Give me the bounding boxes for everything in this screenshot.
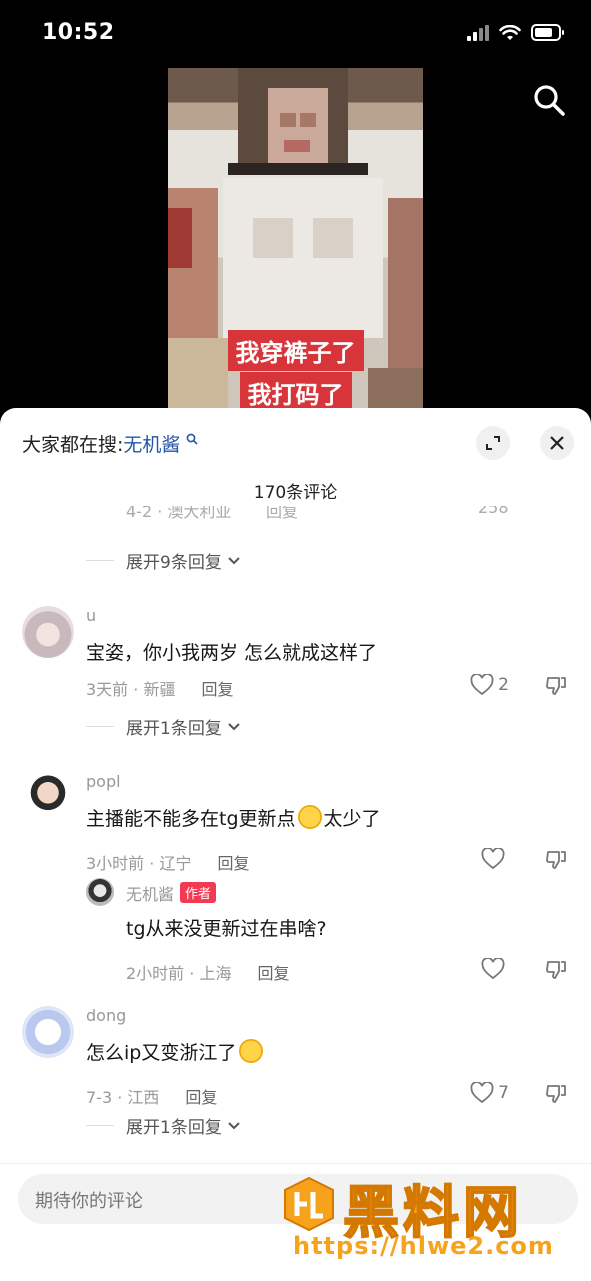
crying-emoji-icon (297, 805, 322, 829)
expand-replies[interactable]: 展开9条回复 (86, 548, 241, 573)
trending-search[interactable]: 大家都在搜:无机酱 (22, 430, 199, 457)
comment-panel: 大家都在搜:无机酱 170条评论 4-2 · 澳大利亚 回复 258 展开9条回… (0, 408, 591, 1280)
comment-count-title: 170条评论 (253, 483, 338, 503)
comment-meta: 4-2 · 澳大利亚 (126, 506, 232, 521)
comment-text: 宝姿，你小我两岁 怎么就成这样了 (86, 642, 378, 664)
dislike-icon[interactable] (545, 960, 567, 980)
like-button[interactable]: 7 (470, 1082, 509, 1104)
search-icon (187, 433, 199, 445)
comment-text: 怎么ip又变浙江了 (86, 1042, 237, 1064)
comment-username[interactable]: popl (86, 772, 121, 791)
like-button[interactable]: 2 (470, 674, 509, 696)
comment-input-bar: 期待你的评论 黑料网 https://hlwe2.com (0, 1163, 591, 1281)
expand-icon (486, 436, 500, 450)
like-count: 7 (498, 1083, 509, 1103)
close-button[interactable] (540, 426, 574, 460)
video-caption-2: 我打码了 (239, 372, 352, 413)
close-icon (550, 436, 564, 450)
wifi-icon (499, 24, 521, 40)
avatar[interactable] (86, 878, 114, 906)
watermark: 黑料网 https://hlwe2.com (281, 1168, 581, 1278)
avatar[interactable] (22, 606, 74, 658)
video-caption-1: 我穿裤子了 (227, 330, 364, 371)
reply-button[interactable]: 回复 (257, 964, 289, 983)
dislike-icon[interactable] (545, 676, 567, 696)
avatar[interactable] (22, 772, 74, 824)
reply-text: tg从来没更新过在串啥? (126, 918, 327, 940)
comment-time-location: 3小时前 · 辽宁 (86, 854, 192, 873)
status-bar: 10:52 (0, 0, 591, 70)
like-button[interactable] (481, 848, 509, 870)
chevron-down-icon (228, 722, 240, 730)
comment-text-tail: 太少了 (323, 808, 381, 830)
like-button[interactable] (481, 958, 509, 980)
trending-search-prefix: 大家都在搜: (22, 434, 124, 456)
chevron-down-icon (228, 1121, 240, 1129)
reply-button[interactable]: 回复 (201, 680, 233, 699)
reply-time-location: 2小时前 · 上海 (126, 964, 232, 983)
trending-search-keyword[interactable]: 无机酱 (123, 434, 180, 456)
expand-replies-label: 展开1条回复 (126, 1118, 222, 1138)
reply-button[interactable]: 回复 (185, 1088, 217, 1107)
expand-replies[interactable]: 展开1条回复 (86, 1113, 241, 1138)
expand-replies-label: 展开1条回复 (126, 719, 222, 739)
video-player[interactable]: 我穿裤子了 我打码了 (168, 68, 423, 413)
divider (86, 1125, 114, 1126)
comment-meta-row: 7-3 · 江西 回复 (86, 1084, 217, 1108)
status-icons (467, 24, 565, 41)
like-count: 258 (478, 506, 509, 517)
divider (86, 560, 114, 561)
expand-button[interactable] (476, 426, 510, 460)
comment-meta-row: 3天前 · 新疆 回复 (86, 676, 233, 700)
comment-username[interactable]: dong (86, 1006, 126, 1025)
watermark-logo-icon (284, 1176, 334, 1232)
comment-text: 主播能不能多在tg更新点 (86, 808, 296, 830)
dislike-icon[interactable] (545, 1084, 567, 1104)
reply-username-row: 无机酱 作者 (126, 881, 217, 905)
dislike-icon[interactable] (545, 850, 567, 870)
heart-icon (481, 848, 505, 870)
avatar[interactable] (22, 1006, 74, 1058)
comment-input-placeholder: 期待你的评论 (35, 1191, 143, 1212)
comment-time-location: 3天前 · 新疆 (86, 680, 176, 699)
reply-meta-row: 2小时前 · 上海 回复 (126, 960, 289, 984)
heart-icon (470, 1082, 494, 1104)
comment-text-row: 怎么ip又变浙江了 (86, 1038, 264, 1065)
comment-username[interactable]: u (86, 606, 96, 625)
status-time: 10:52 (42, 20, 115, 45)
signal-icon (467, 24, 489, 41)
battery-icon (531, 24, 564, 41)
comment-meta-row: 3小时前 · 辽宁 回复 (86, 850, 249, 874)
search-icon[interactable] (531, 82, 567, 118)
reply-username[interactable]: 无机酱 (126, 885, 174, 904)
reply-button[interactable]: 回复 (266, 506, 298, 522)
like-count: 2 (498, 675, 509, 695)
heart-icon (481, 958, 505, 980)
thinking-emoji-icon (239, 1039, 264, 1063)
heart-icon (470, 674, 494, 696)
divider (86, 726, 114, 727)
comment-time-location: 7-3 · 江西 (86, 1088, 160, 1107)
chevron-down-icon (228, 556, 240, 564)
expand-replies-label: 展开9条回复 (126, 553, 222, 573)
author-badge: 作者 (180, 882, 217, 903)
comment-text-row: 主播能不能多在tg更新点 太少了 (86, 804, 381, 831)
watermark-url: https://hlwe2.com (293, 1232, 554, 1260)
reply-button[interactable]: 回复 (217, 854, 249, 873)
partial-comment-row: 4-2 · 澳大利亚 回复 258 (0, 506, 591, 528)
expand-replies[interactable]: 展开1条回复 (86, 714, 241, 739)
